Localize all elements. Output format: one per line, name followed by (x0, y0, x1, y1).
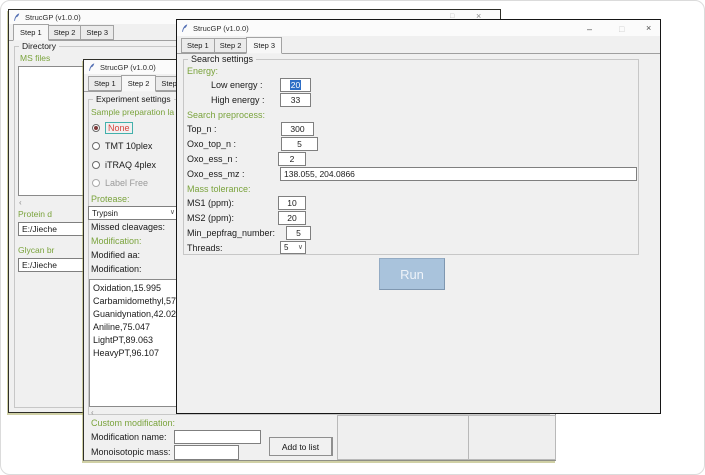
tabbar-step3: Step 1 Step 2 Step 3 (179, 37, 281, 53)
bottom-panel-right (468, 415, 556, 460)
directory-group-title: Directory (19, 41, 59, 51)
radio-none-label: None (105, 122, 133, 134)
oxo-ess-mz-label: Oxo_ess_mz : (187, 169, 245, 179)
tab-step3[interactable]: Step 3 (246, 37, 282, 54)
tab-step3[interactable]: Step 3 (80, 25, 114, 40)
monoisotopic-mass-label: Monoisotopic mass: (91, 447, 171, 457)
radio-dot (92, 124, 100, 132)
low-energy-label: Low energy : (211, 80, 263, 90)
high-energy-label: High energy : (211, 95, 265, 105)
app-feather-icon (13, 13, 21, 22)
radio-none[interactable]: None (92, 122, 133, 134)
protease-label: Protease: (91, 194, 130, 204)
min-pepfrag-label: Min_pepfrag_number: (187, 228, 275, 238)
run-button[interactable]: Run (379, 258, 445, 290)
ms2-ppm-label: MS2 (ppm): (187, 213, 234, 223)
minimize-button[interactable]: – (587, 25, 592, 34)
tab-step2[interactable]: Step 2 (121, 75, 157, 92)
search-settings-title: Search settings (188, 54, 256, 64)
tabbar-step2: Step 1 Step 2 Step 3 (86, 75, 188, 91)
bottom-panel-left (337, 415, 469, 460)
app-feather-icon (88, 63, 96, 72)
radio-itraq-label: iTRAQ 4plex (105, 160, 156, 170)
screenshot-frame: StrucGP (v1.0.0) □ × Step 1 Step 2 Step … (0, 0, 705, 475)
monoisotopic-mass-input[interactable] (174, 445, 239, 460)
sample-preparation-label: Sample preparation la (91, 107, 174, 117)
protein-database-label: Protein d (18, 209, 52, 219)
tab-step2[interactable]: Step 2 (48, 25, 82, 40)
protease-combobox[interactable]: Trypsin ∨ (88, 206, 178, 220)
titlebar-step3[interactable]: StrucGP (v1.0.0) – □ × (177, 20, 660, 36)
low-energy-input[interactable]: 20 (280, 78, 311, 92)
threads-combobox[interactable]: 5 ∨ (280, 241, 306, 254)
high-energy-input[interactable]: 33 (280, 93, 311, 107)
protease-value: Trypsin (92, 209, 118, 218)
ms2-ppm-input[interactable]: 20 (278, 211, 306, 225)
oxo-ess-n-input[interactable]: 2 (278, 152, 306, 166)
radio-dot (92, 179, 100, 187)
modification-section-label: Modification: (91, 236, 142, 246)
window-title: StrucGP (v1.0.0) (25, 13, 81, 22)
radio-labelfree-label: Label Free (105, 178, 148, 188)
ms-files-label: MS files (20, 53, 50, 63)
radio-tmt-label: TMT 10plex (105, 141, 152, 151)
search-preprocess-label: Search preprocess: (187, 110, 265, 120)
mass-tolerance-label: Mass tolerance: (187, 184, 251, 194)
energy-section-label: Energy: (187, 66, 218, 76)
scroll-left-icon[interactable]: ‹ (91, 409, 94, 417)
scroll-left-icon[interactable]: ‹ (19, 199, 22, 207)
oxo-ess-n-label: Oxo_ess_n : (187, 154, 238, 164)
ms1-ppm-label: MS1 (ppm): (187, 198, 234, 208)
missed-cleavages-label: Missed cleavages: (91, 222, 165, 232)
top-n-label: Top_n : (187, 124, 217, 134)
radio-dot (92, 142, 100, 150)
radio-itraq4plex[interactable]: iTRAQ 4plex (92, 160, 156, 170)
modification-name-input[interactable] (174, 430, 261, 444)
tab-step1[interactable]: Step 1 (13, 24, 49, 41)
selected-text: 20 (290, 80, 301, 90)
glycan-database-label: Glycan br (18, 245, 54, 255)
maximize-button[interactable]: □ (619, 25, 624, 34)
tab-step1[interactable]: Step 1 (181, 38, 215, 53)
tab-step2[interactable]: Step 2 (214, 38, 248, 53)
tabbar-step1: Step 1 Step 2 Step 3 (11, 24, 113, 40)
radio-tmt10plex[interactable]: TMT 10plex (92, 141, 152, 151)
radio-labelfree[interactable]: Label Free (92, 178, 148, 188)
oxo-top-n-label: Oxo_top_n : (187, 139, 236, 149)
window-step3: StrucGP (v1.0.0) – □ × Step 1 Step 2 Ste… (176, 19, 661, 414)
add-to-list-button[interactable]: Add to list (269, 437, 333, 456)
oxo-top-n-input[interactable]: 5 (281, 137, 318, 151)
top-n-input[interactable]: 300 (281, 122, 314, 136)
tab-step1[interactable]: Step 1 (88, 76, 122, 91)
modification-name-label: Modification name: (91, 432, 167, 442)
custom-modification-label: Custom modification: (91, 418, 175, 428)
window-title: StrucGP (v1.0.0) (100, 63, 156, 72)
app-feather-icon (181, 24, 189, 33)
oxo-ess-mz-input[interactable]: 138.055, 204.0866 (280, 167, 637, 181)
chevron-down-icon: ∨ (170, 208, 175, 216)
threads-value: 5 (284, 243, 288, 252)
modified-aa-label: Modified aa: (91, 250, 140, 260)
close-button[interactable]: × (646, 24, 651, 33)
window-title: StrucGP (v1.0.0) (193, 24, 249, 33)
min-pepfrag-input[interactable]: 5 (286, 226, 311, 240)
experiment-settings-title: Experiment settings (93, 94, 174, 104)
radio-dot (92, 161, 100, 169)
ms1-ppm-input[interactable]: 10 (278, 196, 306, 210)
threads-label: Threads: (187, 243, 223, 253)
chevron-down-icon: ∨ (298, 243, 303, 251)
modification-list-label: Modification: (91, 264, 142, 274)
